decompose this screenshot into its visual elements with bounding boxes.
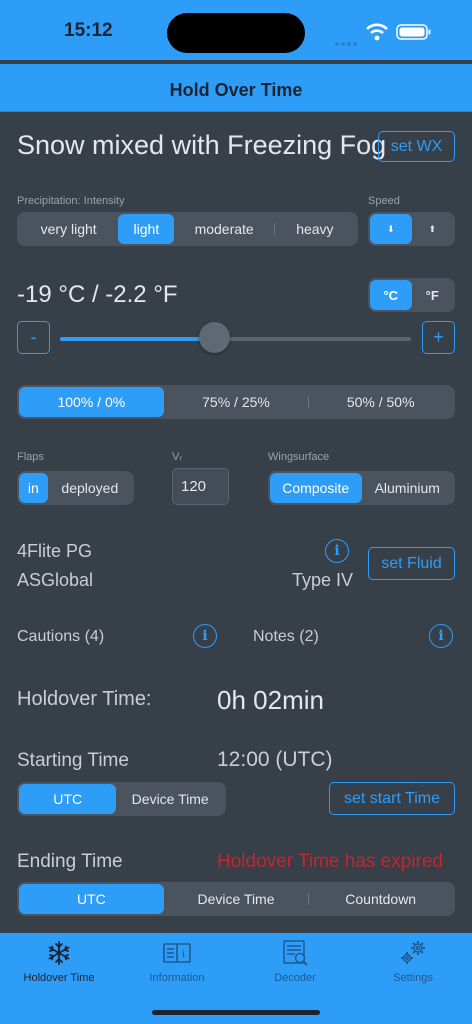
tab-settings[interactable]: Settings: [354, 938, 472, 992]
temp-minus-button[interactable]: -: [17, 321, 50, 354]
holdover-label: Holdover Time:: [17, 688, 152, 710]
tab-label-decoder: Decoder: [274, 972, 316, 984]
set-start-time-button[interactable]: set start Time: [329, 782, 455, 815]
holdover-value: 0h 02min: [217, 685, 324, 715]
precip-segmented-control: very light light moderate heavy: [17, 212, 358, 246]
battery-icon: [396, 23, 432, 41]
cautions-label: Cautions (4): [17, 628, 105, 645]
ending-option-utc[interactable]: UTC: [19, 884, 164, 914]
speed-down-icon[interactable]: ⬇: [370, 214, 412, 244]
book-icon: i: [162, 938, 192, 968]
dynamic-island: [167, 13, 305, 53]
cautions-info-icon[interactable]: i: [193, 624, 217, 648]
svg-text:i: i: [182, 949, 185, 960]
precip-option-moderate[interactable]: moderate: [174, 214, 273, 244]
ending-time-segmented-control: UTC Device Time Countdown: [17, 882, 455, 916]
wingsurface-label: Wingsurface: [268, 451, 330, 463]
starting-time-value: 12:00 (UTC): [217, 748, 333, 771]
gears-icon: [398, 938, 428, 968]
unit-fahrenheit-option[interactable]: °F: [412, 280, 454, 310]
precip-option-heavy[interactable]: heavy: [273, 214, 356, 244]
precip-option-light[interactable]: light: [118, 214, 175, 244]
fluid-info-icon[interactable]: i: [325, 539, 349, 563]
starting-time-label: Starting Time: [17, 750, 129, 771]
ending-option-device-time[interactable]: Device Time: [164, 884, 309, 914]
mix-option-100-0[interactable]: 100% / 0%: [19, 387, 164, 417]
precip-option-very-light[interactable]: very light: [19, 214, 118, 244]
temp-slider-fill: [60, 337, 215, 341]
snowflake-icon: [46, 938, 72, 968]
temp-unit-segmented-control: °C °F: [368, 278, 455, 312]
vr-label: Vᵣ: [172, 451, 182, 463]
wingsurface-option-aluminium[interactable]: Aluminium: [362, 473, 454, 503]
decoder-icon: [281, 938, 309, 968]
tab-holdover-time[interactable]: Holdover Time: [0, 938, 118, 992]
cellular-signal-icon: [334, 34, 360, 46]
wingsurface-segmented-control: Composite Aluminium: [268, 471, 455, 505]
speed-label: Speed: [368, 195, 400, 207]
expired-status: Holdover Time has expired: [217, 851, 443, 872]
temperature-value: -19 °C / -2.2 °F: [17, 281, 178, 308]
set-wx-button[interactable]: set WX: [378, 131, 455, 162]
flaps-segmented-control: in deployed: [17, 471, 134, 505]
starting-time-segmented-control: UTC Device Time: [17, 782, 226, 816]
wifi-icon: [366, 23, 388, 41]
tab-label-information: Information: [149, 972, 205, 984]
vr-input[interactable]: 120: [172, 468, 229, 505]
temp-slider-thumb[interactable]: [198, 322, 230, 353]
home-indicator[interactable]: [152, 1010, 320, 1015]
temp-plus-button[interactable]: +: [422, 321, 455, 354]
flaps-option-in[interactable]: in: [19, 473, 48, 503]
mix-option-75-25[interactable]: 75% / 25%: [164, 387, 309, 417]
ending-time-label: Ending Time: [17, 851, 123, 872]
tab-label-holdover-time: Holdover Time: [23, 972, 95, 984]
unit-celsius-option[interactable]: °C: [370, 280, 412, 310]
ending-option-countdown[interactable]: Countdown: [308, 884, 453, 914]
speed-segmented-control: ⬇ ⬆: [368, 212, 455, 246]
tab-label-settings: Settings: [393, 972, 433, 984]
tab-information[interactable]: i Information: [118, 938, 236, 992]
flaps-option-deployed[interactable]: deployed: [48, 473, 132, 503]
mix-option-50-50[interactable]: 50% / 50%: [308, 387, 453, 417]
notes-info-icon[interactable]: i: [429, 624, 453, 648]
starting-option-utc[interactable]: UTC: [19, 784, 117, 814]
fluid-maker: ASGlobal: [17, 570, 94, 590]
tab-decoder[interactable]: Decoder: [236, 938, 354, 992]
status-time: 15:12: [64, 20, 113, 41]
mix-segmented-control: 100% / 0% 75% / 25% 50% / 50%: [17, 385, 455, 419]
fluid-name: 4Flite PG: [17, 541, 93, 561]
notes-label: Notes (2): [253, 628, 319, 645]
speed-up-icon[interactable]: ⬆: [412, 214, 454, 244]
precip-label: Precipitation: Intensity: [17, 195, 125, 207]
set-fluid-button[interactable]: set Fluid: [368, 547, 455, 580]
weather-title: Snow mixed with Freezing Fog: [17, 130, 387, 160]
wingsurface-option-composite[interactable]: Composite: [270, 473, 362, 503]
fluid-type: Type IV: [292, 570, 354, 590]
flaps-label: Flaps: [17, 451, 44, 463]
starting-option-device-time[interactable]: Device Time: [116, 784, 224, 814]
page-title: Hold Over Time: [169, 80, 303, 100]
